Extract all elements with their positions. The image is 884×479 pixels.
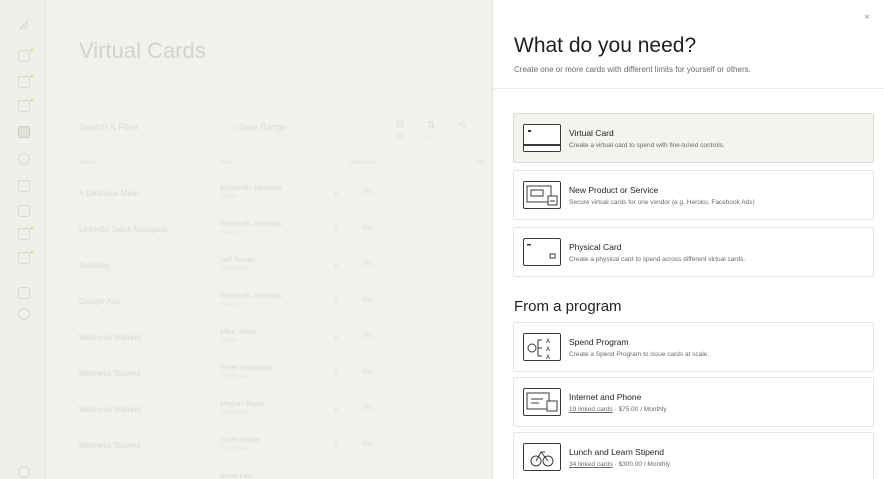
panel-subtitle: Create one or more cards with different … bbox=[514, 65, 751, 74]
physical-card-icon bbox=[523, 238, 561, 266]
option-physical-card[interactable]: Physical Card Create a physical card to … bbox=[513, 227, 874, 277]
vendor-card-icon bbox=[523, 181, 561, 209]
option-meta: 34 linked cards · $300.00 / Monthly bbox=[569, 461, 670, 468]
divider bbox=[493, 88, 884, 89]
program-spend-program[interactable]: AAA Spend Program Create a Spend Program… bbox=[513, 322, 874, 372]
internet-phone-icon bbox=[523, 388, 561, 416]
svg-text:A: A bbox=[546, 338, 551, 345]
program-lunch-and-learn-stipend[interactable]: Lunch and Learn Stipend 34 linked cards … bbox=[513, 432, 874, 479]
option-description: Create a virtual card to spend with fine… bbox=[569, 142, 725, 149]
option-new-product-or-service[interactable]: New Product or Service Secure virtual ca… bbox=[513, 170, 874, 220]
program-limit: · $300.00 / Monthly bbox=[612, 461, 671, 468]
option-meta: 19 linked cards · $75.00 / Monthly bbox=[569, 406, 667, 413]
option-title: Spend Program bbox=[569, 337, 629, 347]
option-title: Internet and Phone bbox=[569, 392, 642, 402]
program-limit: · $75.00 / Monthly bbox=[612, 406, 667, 413]
option-description: Create a physical card to spend across d… bbox=[569, 256, 746, 263]
option-description: Create a Spend Program to issue cards at… bbox=[569, 351, 710, 358]
panel-title: What do you need? bbox=[514, 34, 697, 57]
option-virtual-card[interactable]: Virtual Card Create a virtual card to sp… bbox=[513, 113, 874, 163]
option-title: New Product or Service bbox=[569, 185, 659, 195]
option-description: Secure virtual cards for one vendor (e.g… bbox=[569, 199, 755, 206]
linked-cards-link[interactable]: 34 linked cards bbox=[569, 461, 613, 468]
close-icon[interactable]: × bbox=[864, 12, 870, 23]
svg-text:A: A bbox=[546, 354, 551, 360]
option-title: Lunch and Learn Stipend bbox=[569, 447, 664, 457]
program-internet-and-phone[interactable]: Internet and Phone 19 linked cards · $75… bbox=[513, 377, 874, 427]
modal-backdrop[interactable] bbox=[0, 0, 492, 479]
option-title: Virtual Card bbox=[569, 128, 614, 138]
lunch-learn-icon bbox=[523, 443, 561, 471]
option-title: Physical Card bbox=[569, 242, 622, 252]
program-section-title: From a program bbox=[514, 298, 622, 315]
svg-text:A: A bbox=[546, 346, 551, 353]
spend-program-icon: AAA bbox=[523, 333, 561, 361]
create-card-panel: × What do you need? Create one or more c… bbox=[492, 0, 884, 479]
linked-cards-link[interactable]: 19 linked cards bbox=[569, 406, 613, 413]
virtual-card-icon bbox=[523, 124, 561, 152]
